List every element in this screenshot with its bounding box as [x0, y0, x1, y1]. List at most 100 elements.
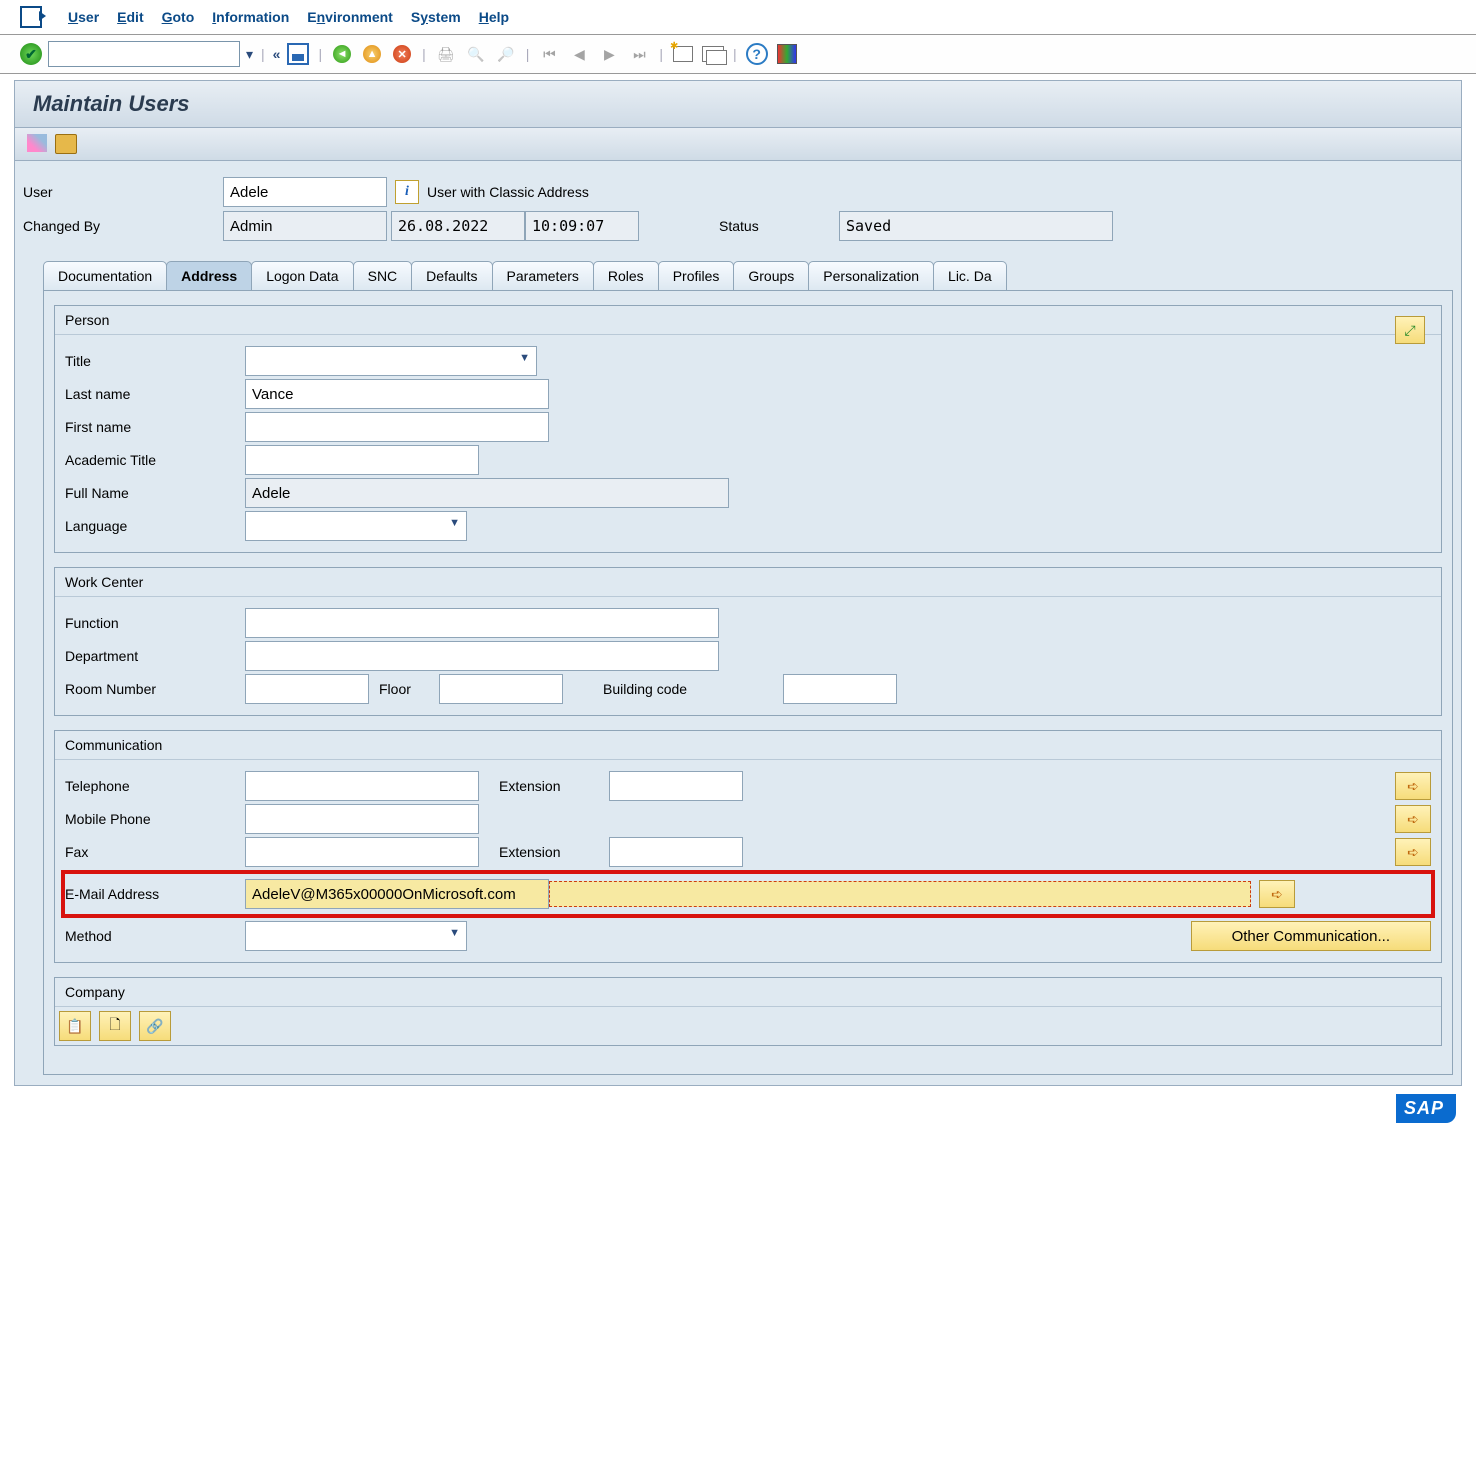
menu-user[interactable]: User: [68, 9, 99, 25]
app-toolbar: [14, 128, 1462, 161]
expand-icon[interactable]: ⤢: [1395, 316, 1425, 344]
enter-icon[interactable]: ✔: [20, 43, 42, 65]
title-select[interactable]: [245, 346, 537, 376]
tab-personalization[interactable]: Personalization: [808, 261, 934, 290]
menu-help[interactable]: Help: [479, 9, 509, 25]
menubar: User Edit Goto Information Environment S…: [0, 0, 1476, 35]
layout-icon[interactable]: [701, 43, 725, 65]
info-icon[interactable]: i: [395, 180, 419, 204]
fax-ext-label: Extension: [499, 844, 609, 860]
telephone-label: Telephone: [65, 778, 245, 794]
department-field[interactable]: [245, 641, 719, 671]
find-next-icon: 🔎: [494, 43, 518, 65]
function-field[interactable]: [245, 608, 719, 638]
wizard-icon[interactable]: [27, 134, 47, 152]
user-type-label: User with Classic Address: [427, 184, 589, 200]
floor-label: Floor: [379, 681, 439, 697]
floor-field[interactable]: [439, 674, 563, 704]
title-label: Title: [65, 353, 245, 369]
tel-ext-label: Extension: [499, 778, 609, 794]
fax-detail-icon[interactable]: ➪: [1395, 838, 1431, 866]
email-field[interactable]: [245, 879, 549, 909]
tabstrip: Documentation Address Logon Data SNC Def…: [43, 261, 1453, 290]
footer: SAP: [0, 1086, 1476, 1131]
tab-logon-data[interactable]: Logon Data: [251, 261, 353, 290]
last-name-field[interactable]: [245, 379, 549, 409]
lock-icon[interactable]: [55, 134, 77, 154]
tab-documentation[interactable]: Documentation: [43, 261, 167, 290]
communication-group: Communication Telephone Extension ➪ Mobi…: [54, 730, 1442, 963]
acad-title-field[interactable]: [245, 445, 479, 475]
fax-field[interactable]: [245, 837, 479, 867]
building-field[interactable]: [783, 674, 897, 704]
changed-time-field: [525, 211, 639, 241]
email-highlight-row: E-Mail Address ➪: [61, 870, 1435, 918]
email-label: E-Mail Address: [65, 886, 245, 902]
changed-by-label: Changed By: [23, 218, 223, 234]
sap-logo: SAP: [1396, 1094, 1456, 1123]
help-icon[interactable]: ?: [745, 43, 769, 65]
tab-parameters[interactable]: Parameters: [492, 261, 594, 290]
communication-title: Communication: [55, 731, 1441, 760]
tel-detail-icon[interactable]: ➪: [1395, 772, 1431, 800]
mobile-field[interactable]: [245, 804, 479, 834]
print-icon: 🖨: [434, 43, 458, 65]
first-page-icon: ⏮: [537, 43, 561, 65]
save-icon[interactable]: [286, 43, 310, 65]
find-icon: 🔍: [464, 43, 488, 65]
tab-roles[interactable]: Roles: [593, 261, 659, 290]
user-label: User: [23, 184, 223, 200]
last-page-icon: ⏭: [627, 43, 651, 65]
tab-address[interactable]: Address: [166, 261, 252, 290]
next-page-icon: ▶: [597, 43, 621, 65]
language-select[interactable]: [245, 511, 467, 541]
first-name-label: First name: [65, 419, 245, 435]
new-session-icon[interactable]: [671, 43, 695, 65]
room-field[interactable]: [245, 674, 369, 704]
first-name-field[interactable]: [245, 412, 549, 442]
tab-snc[interactable]: SNC: [353, 261, 413, 290]
prev-page-icon: ◀: [567, 43, 591, 65]
mobile-label: Mobile Phone: [65, 811, 245, 827]
menu-edit[interactable]: Edit: [117, 9, 143, 25]
cancel-icon[interactable]: ✕: [390, 43, 414, 65]
tel-ext-field[interactable]: [609, 771, 743, 801]
command-field[interactable]: [48, 41, 240, 67]
collapse-icon[interactable]: «: [273, 46, 281, 62]
person-group: Person ⤢ Title Last name First name Acad…: [54, 305, 1442, 553]
fax-ext-field[interactable]: [609, 837, 743, 867]
menu-goto[interactable]: Goto: [162, 9, 195, 25]
tab-lic-data[interactable]: Lic. Da: [933, 261, 1007, 290]
person-title: Person: [55, 306, 1441, 335]
status-field: [839, 211, 1113, 241]
language-label: Language: [65, 518, 245, 534]
tab-defaults[interactable]: Defaults: [411, 261, 492, 290]
user-field[interactable]: [223, 177, 387, 207]
exit-ball-icon[interactable]: ▲: [360, 43, 384, 65]
company-group: Company 📋 🗋 🔗: [54, 977, 1442, 1046]
customize-icon[interactable]: [775, 43, 799, 65]
telephone-field[interactable]: [245, 771, 479, 801]
content-panel: User i User with Classic Address Changed…: [14, 161, 1462, 1086]
full-name-label: Full Name: [65, 485, 245, 501]
assign-company-icon[interactable]: 📋: [59, 1011, 91, 1041]
tab-groups[interactable]: Groups: [733, 261, 809, 290]
create-company-icon[interactable]: 🗋: [99, 1011, 131, 1041]
exit-icon[interactable]: [20, 6, 42, 28]
fax-label: Fax: [65, 844, 245, 860]
back-icon[interactable]: ◄: [330, 43, 354, 65]
command-dropdown-icon[interactable]: ▾: [246, 46, 253, 63]
status-label: Status: [719, 218, 839, 234]
email-detail-icon[interactable]: ➪: [1259, 880, 1295, 908]
method-select[interactable]: [245, 921, 467, 951]
last-name-label: Last name: [65, 386, 245, 402]
menu-information[interactable]: Information: [212, 9, 289, 25]
link-company-icon[interactable]: 🔗: [139, 1011, 171, 1041]
other-communication-button[interactable]: Other Communication...: [1191, 921, 1431, 951]
menu-environment[interactable]: Environment: [307, 9, 393, 25]
acad-title-label: Academic Title: [65, 452, 245, 468]
mobile-detail-icon[interactable]: ➪: [1395, 805, 1431, 833]
menu-system[interactable]: System: [411, 9, 461, 25]
tab-profiles[interactable]: Profiles: [658, 261, 735, 290]
method-label: Method: [65, 928, 245, 944]
